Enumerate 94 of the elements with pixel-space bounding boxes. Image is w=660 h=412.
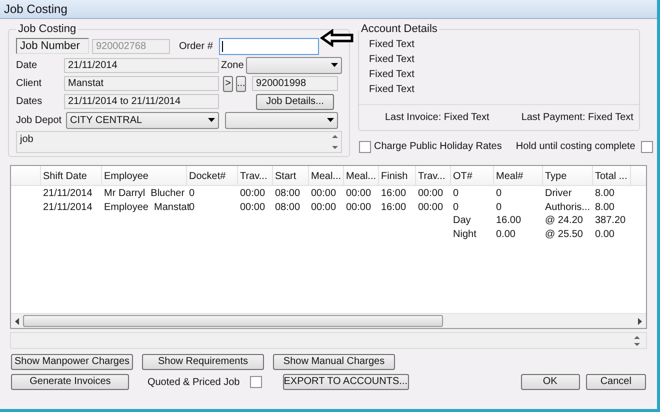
- checkbox[interactable]: [641, 140, 654, 152]
- column-header[interactable]: Shift Date: [41, 166, 102, 185]
- group-title: Account Details: [360, 22, 438, 37]
- label-box: Job Number: [16, 38, 89, 54]
- column-header[interactable]: Meal...: [344, 166, 379, 185]
- notes-field[interactable]: job: [16, 130, 342, 152]
- table-cell-text: 00:00: [417, 200, 444, 214]
- client-field[interactable]: Manstat: [64, 76, 219, 91]
- label: Order #: [179, 40, 213, 54]
- table-cell-text: 16.00: [495, 214, 522, 228]
- table-cell-text: 00:00: [345, 187, 372, 200]
- scroll-right-icon: [638, 318, 642, 324]
- table-cell-text: Driver: [544, 187, 573, 200]
- table-cell-text: 08:00: [274, 200, 302, 214]
- column-header[interactable]: OT#: [451, 166, 494, 185]
- dropdown[interactable]: [225, 112, 338, 128]
- column-header[interactable]: Finish: [379, 166, 416, 185]
- action-button[interactable]: Show Manual Charges: [273, 354, 395, 370]
- group-title: Job Costing: [17, 22, 78, 37]
- dropdown-arrow-icon: [327, 118, 334, 122]
- label: Date: [16, 58, 38, 72]
- table-cell-text: 0: [495, 187, 503, 200]
- table-cell-text: 00:00: [345, 200, 372, 214]
- small-button[interactable]: ...: [236, 76, 246, 92]
- dropdown-arrow-icon: [208, 118, 215, 122]
- label: Zone: [221, 58, 245, 72]
- account-text: Fixed Text: [369, 68, 416, 82]
- cancel-button[interactable]: Cancel: [586, 374, 646, 390]
- table-cell-text: 00:00: [239, 200, 266, 214]
- last-payment-text: Last Payment: Fixed Text: [521, 110, 634, 124]
- date-field[interactable]: 21/11/2014: [64, 58, 219, 72]
- dates-field[interactable]: 21/11/2014 to 21/11/2014: [64, 94, 219, 109]
- spinner-arrows-icon: [634, 334, 640, 348]
- table-cell-text: 16:00: [380, 200, 408, 214]
- table-cell-text: 00:00: [310, 200, 338, 214]
- table-cell-text: 8.00: [594, 200, 616, 214]
- table-cell-text: 21/11/2014: [42, 200, 94, 214]
- small-button[interactable]: >: [223, 76, 233, 92]
- table-cell-text: 0: [452, 200, 460, 214]
- table-cell-text: Authoris...: [544, 200, 592, 214]
- label: Client: [16, 77, 43, 91]
- table-cell-text: @ 25.50: [544, 228, 584, 241]
- dropdown[interactable]: [246, 56, 342, 74]
- account-text: Fixed Text: [369, 38, 416, 52]
- table-cell-text: 0.00: [594, 228, 616, 241]
- label: Hold until costing complete: [516, 140, 636, 154]
- table-cell-text: 8.00: [594, 187, 616, 200]
- action-button[interactable]: Show Requirements: [142, 354, 264, 370]
- dropdown-arrow-icon: [331, 63, 338, 67]
- order-number-field[interactable]: [218, 38, 319, 54]
- table-cell-text: 21/11/2014: [42, 187, 94, 200]
- column-header[interactable]: Meal...: [309, 166, 344, 185]
- scroll-thumb[interactable]: [23, 315, 443, 327]
- action-button[interactable]: Show Manpower Charges: [11, 354, 133, 370]
- table-cell-text: 00:00: [310, 187, 338, 200]
- arrow-icon: [320, 29, 354, 47]
- scroll-left-icon: [15, 318, 19, 324]
- column-header[interactable]: Start: [273, 166, 309, 185]
- column-header[interactable]: Total ...: [593, 166, 631, 185]
- column-header[interactable]: Type: [543, 166, 593, 185]
- table-cell-text: @ 24.20: [544, 214, 584, 228]
- table-cell-text: 0: [452, 187, 460, 200]
- table-cell-text: Night: [452, 228, 478, 241]
- table-cell-text: 0: [495, 200, 503, 214]
- column-header[interactable]: Meal#: [494, 166, 543, 185]
- table-cell-text: 16:00: [380, 187, 408, 200]
- ok-button[interactable]: OK: [520, 374, 580, 390]
- dropdown[interactable]: CITY CENTRAL: [66, 112, 219, 128]
- window-title: Job Costing: [4, 1, 68, 18]
- column-header[interactable]: Docket#: [187, 166, 238, 185]
- table-cell-text: 0.00: [495, 228, 516, 241]
- table-cell-text: 00:00: [417, 187, 444, 200]
- checkbox[interactable]: [359, 140, 371, 152]
- table-cell-text: 0: [188, 187, 196, 200]
- table-cell-text: 00:00: [239, 187, 266, 200]
- column-header[interactable]: Trav...: [238, 166, 273, 185]
- export-button[interactable]: EXPORT TO ACCOUNTS...: [282, 374, 408, 390]
- label: Charge Public Holiday Rates: [374, 140, 502, 154]
- last-invoice-text: Last Invoice: Fixed Text: [385, 110, 490, 124]
- label: Job Depot: [16, 114, 63, 128]
- table-cell-text: 387.20: [594, 214, 627, 228]
- column-header[interactable]: Employee: [102, 166, 187, 185]
- label: Quoted & Priced Job: [147, 376, 240, 390]
- label: Dates: [16, 95, 44, 109]
- table-cell-text: 08:00: [274, 187, 302, 200]
- account-text: Fixed Text: [369, 82, 416, 96]
- checkbox[interactable]: [250, 376, 262, 388]
- column-header[interactable]: Trav...: [416, 166, 451, 185]
- table-cell-text: Mr Darryl Blucher: [103, 187, 186, 200]
- table-cell-text: Day: [452, 214, 472, 228]
- account-text: Fixed Text: [369, 52, 416, 66]
- client-code-field[interactable]: 920001998: [252, 76, 338, 91]
- job-details-button[interactable]: Job Details...: [256, 94, 334, 110]
- generate-invoices-button[interactable]: Generate Invoices: [11, 374, 130, 390]
